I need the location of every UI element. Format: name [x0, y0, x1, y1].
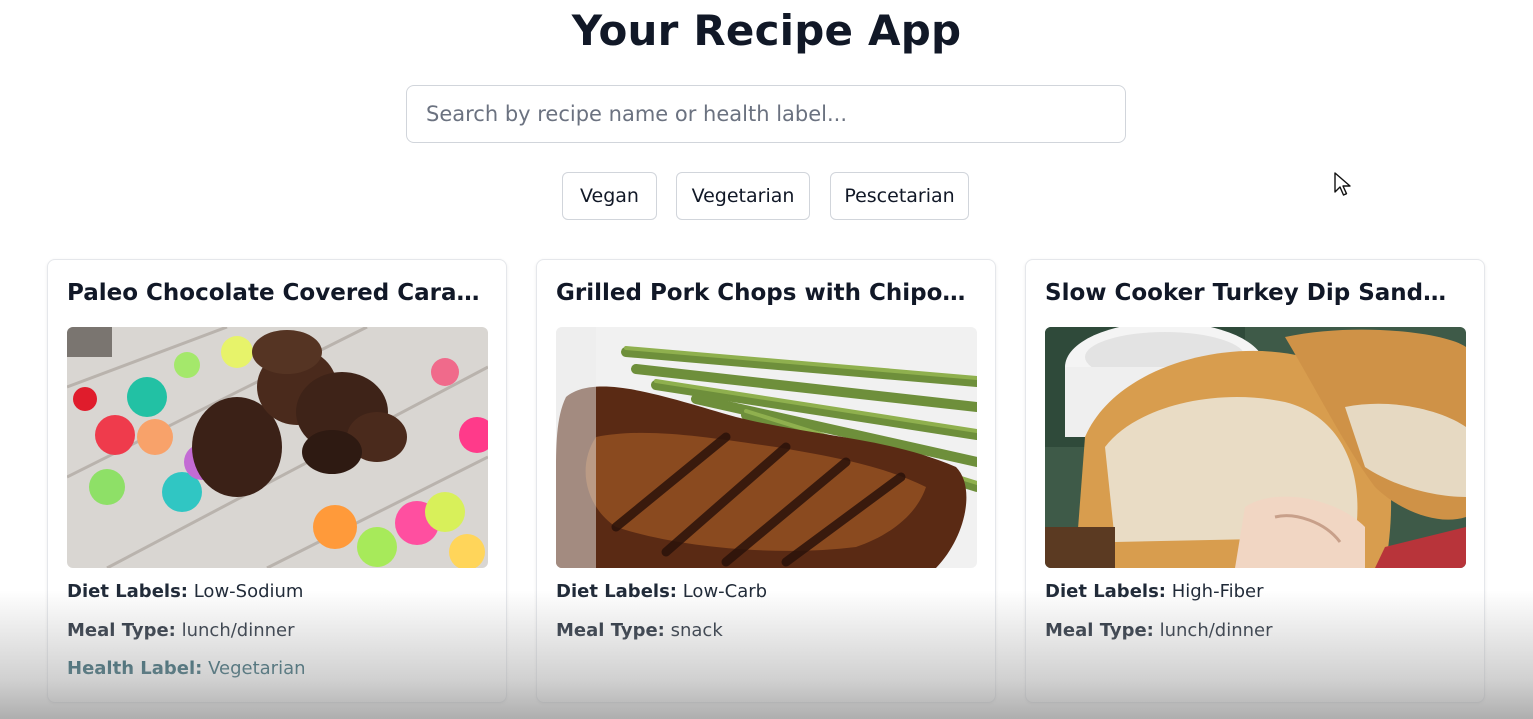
- recipe-image: [556, 327, 977, 568]
- turkey-dip-sandwich-photo: [1045, 327, 1466, 568]
- health-label-value: Vegetarian: [208, 658, 306, 679]
- filter-pescetarian-button[interactable]: Pescetarian: [830, 172, 969, 220]
- diet-labels-value: High-Fiber: [1171, 581, 1264, 602]
- meal-type: Meal Type: lunch/dinner: [1045, 620, 1465, 641]
- recipe-card[interactable]: Slow Cooker Turkey Dip Sandwiche... Diet…: [1025, 259, 1485, 703]
- chocolate-caramels-photo: [67, 327, 488, 568]
- meal-type-value: lunch/dinner: [1159, 620, 1273, 641]
- mouse-pointer-icon: [1334, 172, 1352, 202]
- meal-type-key: Meal Type:: [67, 620, 176, 641]
- search-input[interactable]: [406, 85, 1126, 143]
- health-label: Health Label: Vegetarian: [67, 658, 487, 679]
- pork-chop-asparagus-photo: [556, 327, 977, 568]
- recipe-card[interactable]: Paleo Chocolate Covered Caramels Diet La…: [47, 259, 507, 703]
- meal-type: Meal Type: lunch/dinner: [67, 620, 487, 641]
- recipe-title: Slow Cooker Turkey Dip Sandwiche...: [1045, 280, 1465, 306]
- recipe-image: [1045, 327, 1466, 568]
- recipe-title: Paleo Chocolate Covered Caramels: [67, 280, 487, 306]
- recipe-app-page: Your Recipe App Vegan Vegetarian Pesceta…: [0, 0, 1533, 719]
- diet-labels-key: Diet Labels:: [1045, 581, 1166, 602]
- meal-type: Meal Type: snack: [556, 620, 976, 641]
- page-title: Your Recipe App: [571, 6, 962, 55]
- recipe-image: [67, 327, 488, 568]
- diet-labels: Diet Labels: High-Fiber: [1045, 581, 1465, 602]
- diet-labels-value: Low-Sodium: [193, 581, 304, 602]
- diet-labels: Diet Labels: Low-Sodium: [67, 581, 487, 602]
- meal-type-value: snack: [670, 620, 723, 641]
- meal-type-key: Meal Type:: [556, 620, 665, 641]
- diet-labels-key: Diet Labels:: [67, 581, 188, 602]
- recipe-title: Grilled Pork Chops with Chipotle...: [556, 280, 976, 306]
- filter-vegan-button[interactable]: Vegan: [562, 172, 657, 220]
- health-label-key: Health Label:: [67, 658, 203, 679]
- recipe-card[interactable]: Grilled Pork Chops with Chipotle... Diet…: [536, 259, 996, 703]
- filter-vegetarian-button[interactable]: Vegetarian: [676, 172, 810, 220]
- meal-type-value: lunch/dinner: [181, 620, 295, 641]
- diet-labels-value: Low-Carb: [682, 581, 768, 602]
- diet-labels-key: Diet Labels:: [556, 581, 677, 602]
- diet-labels: Diet Labels: Low-Carb: [556, 581, 976, 602]
- meal-type-key: Meal Type:: [1045, 620, 1154, 641]
